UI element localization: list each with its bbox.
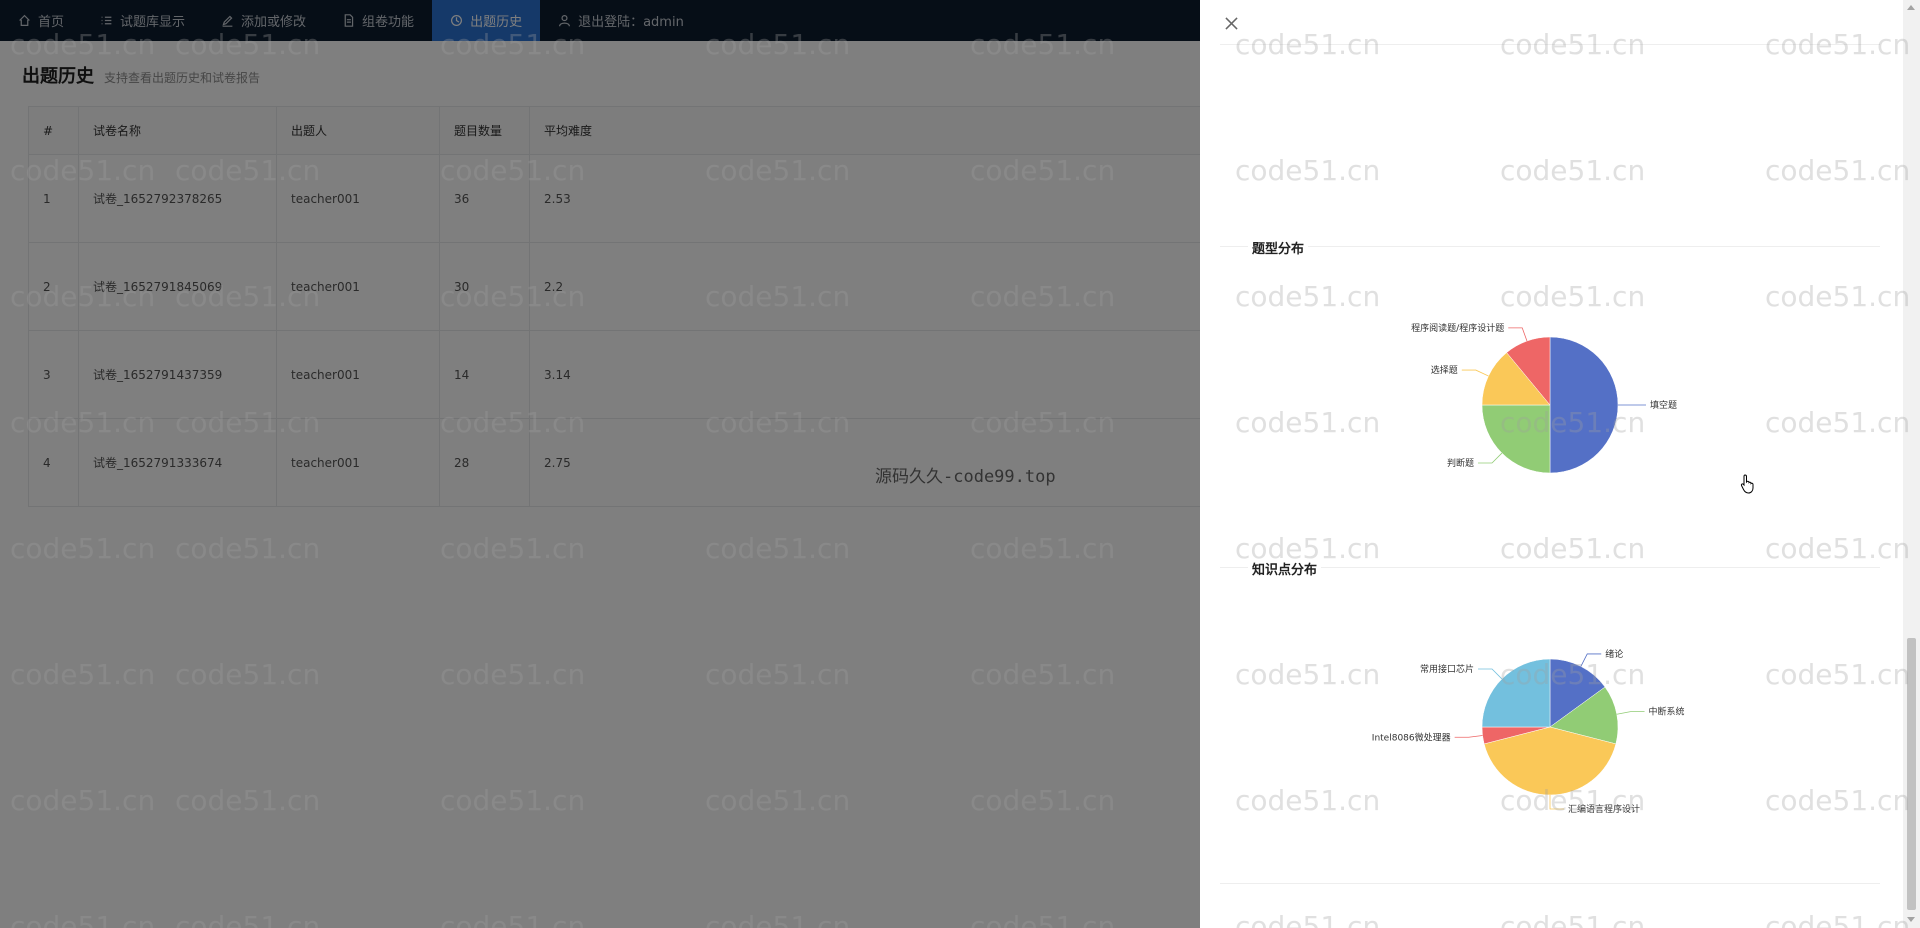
pie-slice-label: 填空题 xyxy=(1650,399,1677,411)
pie-slice-label: 常用接口芯片 xyxy=(1420,663,1474,675)
pie-slice[interactable] xyxy=(1549,336,1619,474)
pie-label-line xyxy=(1549,795,1564,810)
pie-chart-knowledge-point: 绪论中断系统汇编语言程序设计 Intel8086微处理器 常用接口芯片 xyxy=(1372,648,1685,815)
section-title-knowledge-point: 知识点分布 xyxy=(1248,559,1322,578)
pie-chart-question-type: 填空题判断题 选择题 程序阅读题/程序设计题 xyxy=(1411,322,1677,474)
drawer-scrollbar[interactable] xyxy=(1903,0,1920,928)
close-button[interactable] xyxy=(1220,12,1242,34)
pie-label-line xyxy=(1508,327,1528,342)
hand-cursor-icon xyxy=(1740,474,1754,494)
pie-slice-label: 选择题 xyxy=(1431,364,1458,376)
pie-slice-label: 绪论 xyxy=(1605,648,1623,660)
credit-text: 源码久久-code99.top xyxy=(875,467,1056,487)
divider xyxy=(1220,246,1880,247)
scroll-down-icon[interactable] xyxy=(1907,917,1915,922)
divider xyxy=(1220,44,1880,45)
scroll-up-icon[interactable] xyxy=(1907,5,1915,10)
pie-label-line xyxy=(1478,452,1503,464)
pie-label-line xyxy=(1580,653,1602,667)
close-icon xyxy=(1224,16,1238,30)
pie-label-line xyxy=(1616,711,1645,715)
pie-label-line xyxy=(1461,369,1489,377)
pie-slice-label: Intel8086微处理器 xyxy=(1372,731,1451,743)
pie-label-line xyxy=(1478,668,1503,680)
pie-slice-label: 汇编语言程序设计 xyxy=(1568,803,1640,815)
report-drawer: 题型分布 填空题判断题 选择题 程序阅读题/程序设计题 知识点分布 绪论中断系统汇编… xyxy=(1200,0,1920,928)
scrollbar-thumb[interactable] xyxy=(1907,638,1916,910)
pie-slice-label: 中断系统 xyxy=(1649,706,1685,718)
pie-label-line xyxy=(1454,735,1483,738)
pie-slice-label: 程序阅读题/程序设计题 xyxy=(1411,322,1504,334)
pie-slice-label: 判断题 xyxy=(1447,457,1474,469)
divider xyxy=(1220,883,1880,884)
section-title-question-type: 题型分布 xyxy=(1248,238,1309,257)
